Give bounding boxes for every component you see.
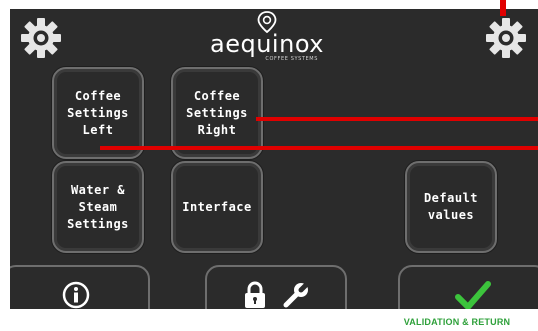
validate-return-button[interactable] <box>398 265 538 309</box>
annotation-arrow <box>500 0 506 16</box>
settings-gear-right-icon[interactable] <box>484 16 528 60</box>
checkmark-icon <box>455 281 491 309</box>
wrench-icon <box>283 281 310 308</box>
aequinox-logo: aequinox COFFEE SYSTEMS <box>202 11 332 69</box>
info-icon <box>62 281 90 309</box>
info-button[interactable] <box>10 265 150 309</box>
validation-return-caption: VALIDATION & RETURN <box>403 317 511 327</box>
annotation-line-right <box>256 117 538 121</box>
machine-screen: aequinox COFFEE SYSTEMS Coffee Settings … <box>10 9 538 309</box>
service-lock-button[interactable] <box>205 265 347 309</box>
interface-button[interactable]: Interface <box>171 161 263 253</box>
lock-icon <box>245 281 265 308</box>
water-steam-settings-button[interactable]: Water & Steam Settings <box>52 161 144 253</box>
default-values-button[interactable]: Default values <box>405 161 497 253</box>
brand-name: aequinox <box>210 30 324 58</box>
annotation-line-left <box>100 146 538 150</box>
settings-gear-left-icon[interactable] <box>19 16 63 60</box>
